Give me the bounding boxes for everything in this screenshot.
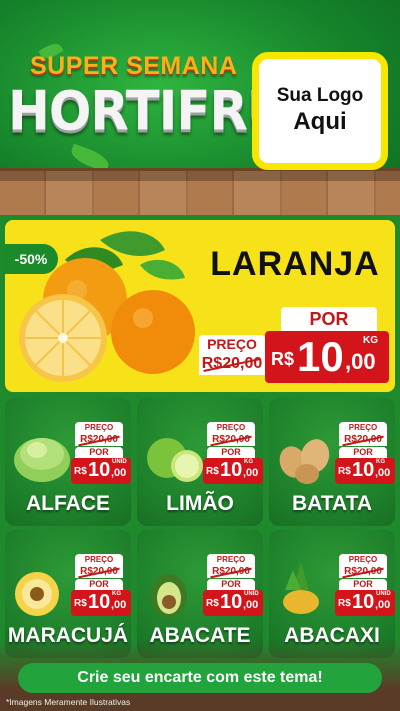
product-card[interactable]: PREÇOR$20,00PORR$10,00KGMARACUJÁ <box>5 530 131 658</box>
pineapple-icon <box>283 562 319 614</box>
preco-label: PREÇO <box>207 554 255 565</box>
old-price: R$20,00 <box>339 565 387 578</box>
logo-text-line1: Sua Logo <box>276 85 364 107</box>
por-label: POR <box>75 447 123 458</box>
cta-button[interactable]: Crie seu encarte com este tema! <box>18 663 382 693</box>
por-label: POR <box>207 579 255 590</box>
por-label: POR <box>207 447 255 458</box>
avocado-icon <box>151 574 187 618</box>
wood-shelf <box>0 168 400 215</box>
new-price: R$ 10,00 UNID <box>71 458 131 484</box>
old-price: R$20,00 <box>75 433 123 446</box>
featured-product-name: LARANJA <box>210 245 380 283</box>
preco-label: PREÇO <box>199 335 265 353</box>
new-price: R$ 10 ,00 KG <box>265 331 389 383</box>
preco-label: PREÇO <box>339 422 387 433</box>
product-name: BATATA <box>291 492 373 515</box>
super-semana-title: SUPER SEMANA <box>30 52 238 80</box>
old-price: R$20,00 <box>339 433 387 446</box>
product-card[interactable]: PREÇOR$20,00POR R$10,00 KG BATATA <box>269 398 395 526</box>
lime-icon <box>147 438 203 482</box>
price-unit: UNID <box>112 459 127 465</box>
por-label: POR <box>75 579 123 590</box>
price-decimal: ,00 <box>375 467 391 479</box>
price-integer: 10 <box>297 333 344 380</box>
potato-icon <box>279 439 330 484</box>
logo-text-line2: Aqui <box>293 108 347 135</box>
price-integer: 10 <box>88 591 111 613</box>
new-price: R$ 10,00 KG <box>71 590 131 616</box>
price-decimal: ,00 <box>243 467 259 479</box>
product-card[interactable]: PREÇOR$20,00POR R$10,00 UNID ALFACE <box>5 398 131 526</box>
product-card[interactable]: PREÇOR$20,00PORR$10,00UNIDABACATE <box>137 530 263 658</box>
price-unit: KG <box>376 459 385 465</box>
disclaimer-text: *Imagens Meramente Ilustrativas <box>6 697 131 707</box>
price-decimal: ,00 <box>111 599 127 611</box>
preco-label: PREÇO <box>207 422 255 433</box>
price-integer: 10 <box>88 459 111 481</box>
preco-label: PREÇO <box>75 554 123 565</box>
price-integer: 10 <box>220 591 243 613</box>
price-integer: 10 <box>352 459 375 481</box>
currency: R$ <box>338 466 351 477</box>
price-unit: KG <box>112 591 121 597</box>
old-price: R$20,00 <box>199 353 265 375</box>
price-unit: KG <box>363 335 378 346</box>
new-price: R$ 10,00 KG <box>203 458 263 484</box>
product-name: ALFACE <box>26 492 110 515</box>
price-unit: KG <box>244 459 253 465</box>
currency: R$ <box>271 349 295 369</box>
logo-placeholder[interactable]: Sua Logo Aqui <box>252 52 388 170</box>
price-unit: UNID <box>376 591 391 597</box>
product-name: LIMÃO <box>166 492 234 515</box>
currency: R$ <box>206 598 219 609</box>
por-label: POR <box>339 579 387 590</box>
old-price: R$20,00 <box>207 433 255 446</box>
price-integer: 10 <box>352 591 375 613</box>
por-label: POR <box>281 307 377 331</box>
preco-label: PREÇO <box>339 554 387 565</box>
old-price: R$20,00 <box>207 565 255 578</box>
price-integer: 10 <box>220 459 243 481</box>
product-card[interactable]: PREÇOR$20,00POR R$10,00 KG LIMÃO <box>137 398 263 526</box>
preco-label: PREÇO <box>75 422 123 433</box>
discount-badge: -50% <box>4 244 58 274</box>
price-decimal: ,00 <box>111 467 127 479</box>
currency: R$ <box>74 598 87 609</box>
new-price: R$ 10,00 UNID <box>335 590 395 616</box>
price-unit: UNID <box>244 591 259 597</box>
currency: R$ <box>74 466 87 477</box>
currency: R$ <box>338 598 351 609</box>
new-price: R$ 10,00 KG <box>335 458 395 484</box>
new-price: R$ 10,00 UNID <box>203 590 263 616</box>
product-card[interactable]: PREÇOR$20,00PORR$10,00UNIDABACAXI <box>269 530 395 658</box>
passion-fruit-icon <box>15 572 59 616</box>
por-label: POR <box>339 447 387 458</box>
header-banner: SUPER SEMANA HORTIFRUTI Sua Logo Aqui <box>0 0 400 215</box>
old-price: R$20,00 <box>75 565 123 578</box>
lettuce-icon <box>14 438 70 482</box>
currency: R$ <box>206 466 219 477</box>
price-decimal: ,00 <box>243 599 259 611</box>
price-decimal: ,00 <box>375 599 391 611</box>
price-decimal: ,00 <box>345 349 376 374</box>
